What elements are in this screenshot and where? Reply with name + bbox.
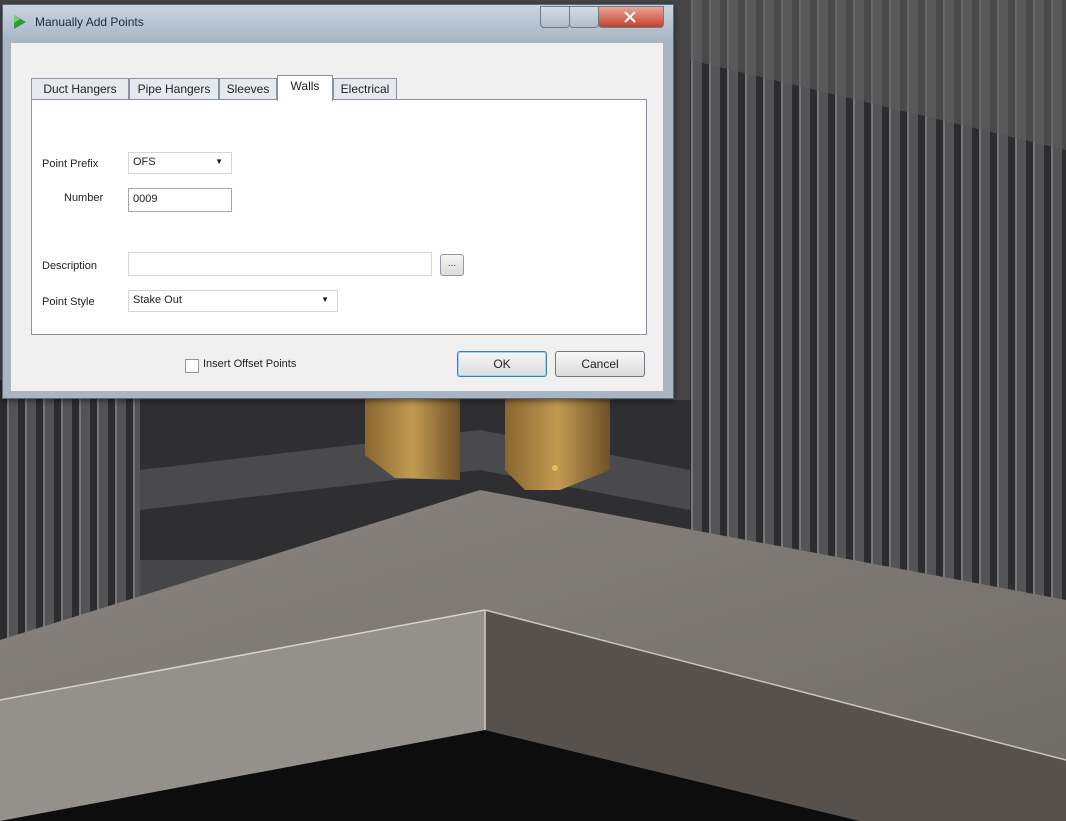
minimize-button[interactable] bbox=[540, 6, 570, 28]
insert-offset-points-checkbox[interactable] bbox=[185, 359, 199, 373]
tab-electrical[interactable]: Electrical bbox=[333, 78, 397, 99]
title-bar[interactable]: Manually Add Points bbox=[3, 5, 673, 39]
maximize-button[interactable] bbox=[569, 6, 599, 28]
point-marker bbox=[552, 465, 558, 471]
point-prefix-value: OFS bbox=[133, 156, 156, 168]
point-prefix-combo[interactable]: OFS ▼ bbox=[128, 152, 232, 174]
window-title: Manually Add Points bbox=[35, 15, 144, 29]
ok-button[interactable]: OK bbox=[457, 351, 547, 377]
description-field[interactable] bbox=[128, 252, 432, 276]
point-style-value: Stake Out bbox=[133, 294, 182, 306]
number-label: Number bbox=[64, 192, 104, 204]
tab-pipe-hangers[interactable]: Pipe Hangers bbox=[129, 78, 219, 99]
tab-walls[interactable]: Walls bbox=[277, 75, 333, 101]
point-prefix-label: Point Prefix bbox=[42, 158, 99, 170]
cancel-button[interactable]: Cancel bbox=[555, 351, 645, 377]
app-icon bbox=[14, 15, 26, 29]
number-value: 0009 bbox=[133, 193, 158, 205]
close-button[interactable] bbox=[598, 6, 664, 28]
description-label: Description bbox=[42, 260, 98, 272]
close-icon bbox=[624, 11, 636, 23]
dropdown-arrow-icon: ▼ bbox=[321, 295, 329, 304]
manually-add-points-dialog: Manually Add Points Duct Hangers Pipe Ha… bbox=[2, 4, 674, 399]
walls-tab-panel: Point Prefix OFS ▼ Number 0009 Descripti… bbox=[31, 99, 647, 335]
dropdown-arrow-icon: ▼ bbox=[215, 157, 223, 166]
tab-duct-hangers[interactable]: Duct Hangers bbox=[31, 78, 129, 99]
gold-box-right bbox=[505, 395, 610, 490]
point-style-combo[interactable]: Stake Out ▼ bbox=[128, 290, 338, 312]
point-style-label: Point Style bbox=[42, 296, 95, 308]
tab-sleeves[interactable]: Sleeves bbox=[219, 78, 277, 99]
insert-offset-points-label[interactable]: Insert Offset Points bbox=[203, 358, 296, 370]
dialog-client: Duct Hangers Pipe Hangers Sleeves Walls … bbox=[11, 43, 663, 391]
number-field[interactable]: 0009 bbox=[128, 188, 232, 212]
description-browse-button[interactable]: ... bbox=[440, 254, 464, 276]
